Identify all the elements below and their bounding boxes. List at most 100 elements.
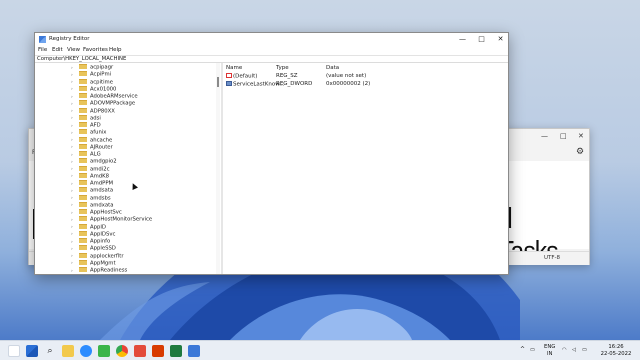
tree-item[interactable]: › amdxata	[71, 201, 114, 209]
tree-item-label: ADOVMPPackage	[90, 100, 136, 107]
tree-item-label: AppMgmt	[90, 260, 116, 267]
pane-splitter[interactable]	[221, 63, 223, 274]
tree-item-label: acpipagr	[90, 64, 114, 71]
start-icon[interactable]	[26, 345, 38, 357]
tree-item[interactable]: › AJRouter	[71, 143, 113, 151]
folder-icon	[79, 114, 87, 120]
minimize-icon[interactable]: —	[541, 132, 548, 140]
tree-item[interactable]: › AmdK8	[71, 172, 109, 180]
gear-icon[interactable]: ⚙	[576, 147, 584, 157]
tree-item-label: AppHostSvc	[90, 209, 122, 216]
edge-icon[interactable]	[80, 345, 92, 357]
app-icon[interactable]	[134, 345, 146, 357]
tree-item-label: AppIDSvc	[90, 231, 116, 238]
tree-item[interactable]: › amdgpio2	[71, 158, 117, 165]
folder-icon	[79, 238, 87, 243]
menu-file[interactable]: File	[38, 47, 47, 53]
close-icon[interactable]: ✕	[578, 132, 584, 140]
tree-item[interactable]: › ALG	[71, 151, 101, 158]
key-tree[interactable]: › acpipagr › AcpiPmi › acpitime › Acx01000 › Adob…	[35, 63, 220, 274]
folder-icon	[79, 245, 87, 251]
tree-item[interactable]: › AppIDSvc	[71, 230, 116, 238]
chrome-icon[interactable]	[116, 345, 128, 357]
column-header-type[interactable]: Type	[276, 65, 289, 71]
powerpoint-icon[interactable]	[152, 345, 164, 357]
battery-icon[interactable]: ▭	[582, 347, 587, 354]
network-tray-icon[interactable]: ▭	[530, 347, 535, 354]
tree-item[interactable]: › AFD	[71, 122, 101, 129]
string-value-icon	[226, 73, 232, 78]
tree-item[interactable]: › ADP80XX	[71, 107, 115, 115]
tree-item[interactable]: › AppleSSD	[71, 245, 116, 252]
binary-value-icon	[226, 81, 232, 86]
tree-item[interactable]: › acpipagr	[71, 64, 113, 71]
tree-item[interactable]: › ahcache	[71, 136, 112, 144]
menu-favorites[interactable]: Favorites	[83, 47, 108, 53]
tree-item-label: AmdK8	[90, 173, 109, 180]
registry-editor-window[interactable]: Registry Editor — □ ✕ File Edit View Fav…	[34, 32, 509, 275]
folder-icon	[79, 78, 87, 84]
menu-edit[interactable]: Edit	[52, 47, 63, 53]
minimize-button[interactable]: —	[453, 33, 472, 46]
tree-item[interactable]: › Acx01000	[71, 85, 116, 93]
folder-icon	[79, 100, 87, 106]
widgets-icon[interactable]	[8, 345, 20, 357]
tree-item[interactable]: › ADOVMPPackage	[71, 100, 135, 107]
registry-titlebar[interactable]: Registry Editor — □ ✕	[35, 33, 508, 46]
tree-item-label: ADP80XX	[90, 108, 115, 114]
tree-item[interactable]: › AdobeARMservice	[71, 93, 138, 100]
chevron-right-icon[interactable]: ›	[71, 268, 79, 275]
value-data: (value not set)	[326, 73, 367, 79]
tree-item[interactable]: › AcpiPmi	[71, 71, 111, 78]
tree-item[interactable]: › AppHostSvc	[71, 209, 122, 216]
volume-icon[interactable]: ◁	[572, 347, 576, 354]
tree-item[interactable]: › AppHostMonitorService	[71, 216, 152, 223]
folder-icon	[79, 129, 87, 135]
folder-icon	[79, 259, 87, 265]
search-icon[interactable]: ⌕	[44, 345, 56, 357]
clock[interactable]: 16:26 22-05-2022	[596, 344, 636, 357]
chevron-up-icon[interactable]: ^	[520, 346, 525, 354]
column-header-name[interactable]: Name	[226, 65, 242, 71]
notepad-icon[interactable]	[170, 345, 182, 357]
tree-item[interactable]: › acpitime	[71, 78, 113, 86]
close-button[interactable]: ✕	[491, 33, 510, 46]
tree-item[interactable]: › applockerfltr	[71, 252, 124, 260]
tree-item[interactable]: › Appinfo	[71, 238, 110, 245]
tree-item[interactable]: › adsi	[71, 114, 101, 122]
tree-scrollbar[interactable]	[216, 63, 220, 274]
tree-item[interactable]: › AmdPPM	[71, 180, 113, 187]
folder-icon	[79, 267, 87, 272]
tree-item[interactable]: › AppID	[71, 223, 106, 231]
wifi-icon[interactable]: ◠	[562, 347, 567, 354]
column-header-data[interactable]: Data	[326, 65, 339, 71]
tree-item[interactable]: › amdsata	[71, 187, 113, 194]
tree-item-label: AFD	[90, 122, 101, 129]
tree-item[interactable]: › afunix	[71, 129, 106, 136]
tree-item-label: amdsbs	[90, 195, 111, 201]
tree-item-label: amdxata	[90, 202, 114, 209]
value-row[interactable]: (Default)	[226, 73, 257, 80]
maximize-button[interactable]: □	[472, 33, 491, 46]
tree-item[interactable]: › amdsbs	[71, 194, 111, 202]
registry-panes: › acpipagr › AcpiPmi › acpitime › Acx01000 › Adob…	[35, 63, 508, 274]
folder-icon	[79, 209, 87, 214]
menu-view[interactable]: View	[67, 47, 80, 53]
folder-icon	[79, 122, 87, 127]
tree-item[interactable]: › AppMgmt	[71, 259, 116, 267]
tree-item[interactable]: › AppReadiness	[71, 267, 127, 274]
address-bar[interactable]: Computer\HKEY_LOCAL_MACHINE	[35, 55, 508, 63]
tree-scrollbar-thumb[interactable]	[217, 77, 219, 87]
folder-icon	[79, 201, 87, 207]
folder-icon	[79, 143, 87, 149]
registry-editor-taskbar-icon[interactable]	[188, 345, 200, 357]
menu-help[interactable]: Help	[109, 47, 122, 53]
file-explorer-icon[interactable]	[62, 345, 74, 357]
maximize-icon[interactable]: □	[560, 132, 567, 140]
value-type: REG_SZ	[276, 73, 298, 79]
values-pane[interactable]: Name Type Data (Default) REG_SZ (value n…	[224, 63, 508, 274]
excel-icon[interactable]	[98, 345, 110, 357]
tree-item[interactable]: › amdi2c	[71, 165, 110, 173]
window-title: Registry Editor	[49, 36, 90, 42]
language-indicator[interactable]: ENG IN	[544, 344, 555, 357]
